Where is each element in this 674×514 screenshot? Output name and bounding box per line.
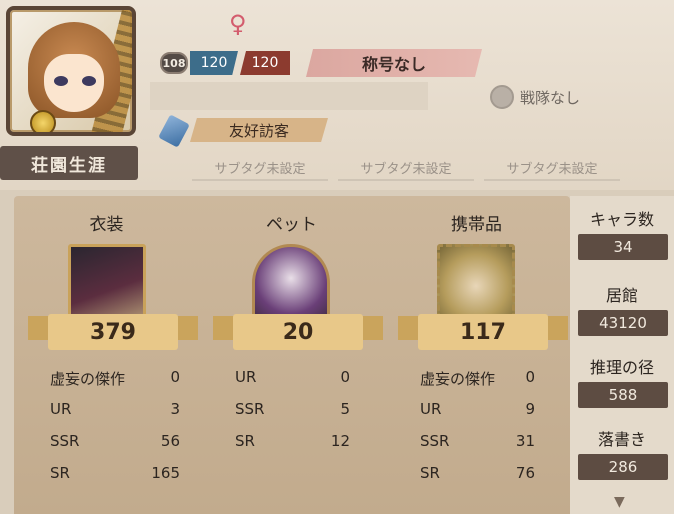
stat-row: SR 165 xyxy=(50,464,180,482)
character-count-label: キャラ数 xyxy=(589,210,654,229)
stat-value: 56 xyxy=(160,432,180,450)
career-tab[interactable]: 荘園生涯 xyxy=(0,146,138,180)
avatar-badge-icon xyxy=(30,110,56,132)
subtag-slot-1[interactable]: サブタグ未設定 xyxy=(192,155,328,181)
stat-row: SR 12 xyxy=(235,432,350,450)
stat-name: 虚妄の傑作 xyxy=(420,370,496,388)
rank-badge-survivor: 120 xyxy=(240,51,290,75)
stat-name: SSR xyxy=(235,400,265,418)
pet-label: ペット xyxy=(266,215,317,235)
stat-name: UR xyxy=(50,400,72,418)
character-count-value: 34 xyxy=(578,234,668,260)
stat-value: 12 xyxy=(330,432,350,450)
stat-name: UR xyxy=(235,368,257,386)
pet-column: ペット xyxy=(199,196,384,514)
summary-sidebar: キャラ数 34 居館 43120 推理の径 588 落書き 286 xyxy=(570,196,674,514)
accessory-count: 117 xyxy=(418,314,548,350)
avatar[interactable] xyxy=(6,6,136,136)
stat-row: SSR 31 xyxy=(420,432,535,450)
deduction-path-label: 推理の径 xyxy=(589,358,654,377)
stat-row: SSR 5 xyxy=(235,400,350,418)
rank-badge-hunter: 120 xyxy=(190,51,238,75)
stat-row: SR 76 xyxy=(420,464,535,482)
stat-name: SR xyxy=(235,432,255,450)
stat-name: SSR xyxy=(420,432,450,450)
stat-name: SR xyxy=(50,464,70,482)
stat-name: SR xyxy=(420,464,440,482)
stat-value: 165 xyxy=(151,464,180,482)
stat-value: 31 xyxy=(515,432,535,450)
stat-name: 虚妄の傑作 xyxy=(50,370,126,388)
title-banner[interactable]: 称号なし xyxy=(306,49,482,77)
friend-tag[interactable]: 友好訪客 xyxy=(190,118,328,142)
avatar-eye-right xyxy=(82,76,96,86)
graffiti-value: 286 xyxy=(578,454,668,480)
stat-name: SSR xyxy=(50,432,80,450)
stat-row: UR 9 xyxy=(420,400,535,418)
deduction-path-value: 588 xyxy=(578,382,668,408)
player-name-field xyxy=(150,82,428,110)
stat-row: UR 0 xyxy=(235,368,350,386)
subtag-slot-2[interactable]: サブタグ未設定 xyxy=(338,155,474,181)
stat-value: 5 xyxy=(340,400,350,418)
stat-row: UR 3 xyxy=(50,400,180,418)
level-badge: 108 xyxy=(160,52,188,74)
stat-value: 76 xyxy=(515,464,535,482)
stat-value: 0 xyxy=(170,368,180,386)
stat-name: UR xyxy=(420,400,442,418)
stat-value: 0 xyxy=(525,368,535,386)
stat-value: 0 xyxy=(340,368,350,386)
avatar-eye-left xyxy=(54,76,68,86)
team-icon xyxy=(490,85,514,109)
team-label[interactable]: 戦隊なし xyxy=(520,87,580,108)
stat-value: 9 xyxy=(525,400,535,418)
costume-count: 379 xyxy=(48,314,178,350)
chevron-down-icon[interactable]: ▼ xyxy=(614,494,625,510)
costume-label: 衣装 xyxy=(89,215,124,235)
accessory-label: 携帯品 xyxy=(451,215,502,235)
residence-label: 居館 xyxy=(605,286,638,305)
stat-row: 虚妄の傑作 0 xyxy=(50,368,180,389)
stat-row: SSR 56 xyxy=(50,432,180,450)
stat-row: 虚妄の傑作 0 xyxy=(420,368,535,389)
pet-count: 20 xyxy=(233,314,363,350)
female-icon: ♀ xyxy=(229,10,247,38)
subtag-slot-3[interactable]: サブタグ未設定 xyxy=(484,155,620,181)
residence-value: 43120 xyxy=(578,310,668,336)
graffiti-label: 落書き xyxy=(597,430,646,449)
stat-value: 3 xyxy=(170,400,180,418)
